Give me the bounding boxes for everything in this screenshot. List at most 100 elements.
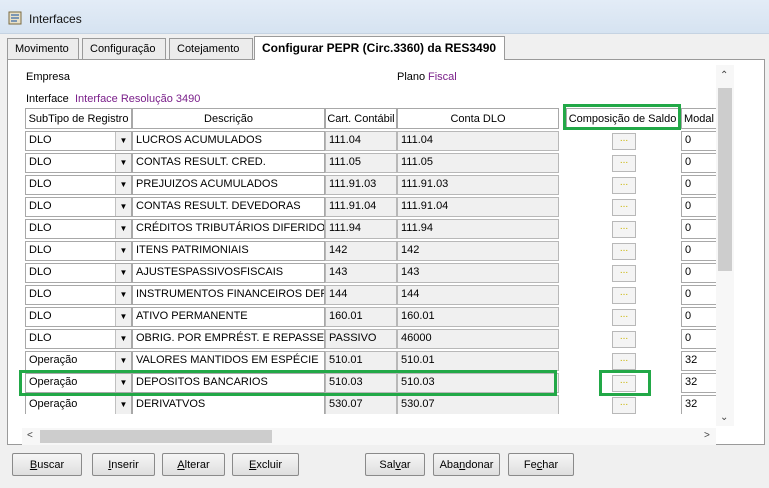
subtipo-select[interactable]: DLO ▼ — [25, 263, 132, 283]
modal-cell[interactable]: 32 — [681, 373, 716, 393]
column-header-modal[interactable]: Modal — [681, 108, 716, 129]
subtipo-select[interactable]: DLO ▼ — [25, 241, 132, 261]
scroll-left-icon[interactable]: < — [27, 430, 33, 441]
column-header-subtipo[interactable]: SubTipo de Registro — [25, 108, 132, 129]
subtipo-select[interactable]: DLO ▼ — [25, 197, 132, 217]
composicao-saldo-button[interactable]: ... — [612, 375, 636, 392]
cart-contabil-cell[interactable]: 510.03 — [325, 373, 397, 393]
descricao-cell[interactable]: ITENS PATRIMONIAIS — [132, 241, 325, 261]
subtipo-select[interactable]: DLO ▼ — [25, 131, 132, 151]
tab-configuracao[interactable]: Configuração — [82, 38, 166, 59]
chevron-down-icon[interactable]: ▼ — [115, 330, 131, 348]
descricao-cell[interactable]: ATIVO PERMANENTE — [132, 307, 325, 327]
subtipo-select[interactable]: Operação ▼ — [25, 373, 132, 393]
conta-dlo-cell[interactable]: 111.91.04 — [397, 197, 559, 217]
descricao-cell[interactable]: LUCROS ACUMULADOS — [132, 131, 325, 151]
chevron-down-icon[interactable]: ▼ — [115, 286, 131, 304]
modal-cell[interactable]: 0 — [681, 175, 716, 195]
descricao-cell[interactable]: INSTRUMENTOS FINANCEIROS DERIVATIVOS — [132, 285, 325, 305]
chevron-down-icon[interactable]: ▼ — [115, 220, 131, 238]
subtipo-select[interactable]: DLO ▼ — [25, 307, 132, 327]
table-row[interactable]: DLO ▼ OBRIG. POR EMPRÉST. E REPASSES PASSIV… — [22, 328, 716, 350]
subtipo-select[interactable]: Operação ▼ — [25, 351, 132, 371]
cart-contabil-cell[interactable]: 111.91.03 — [325, 175, 397, 195]
modal-cell[interactable]: 0 — [681, 285, 716, 305]
scroll-up-icon[interactable]: ⌃ — [720, 70, 728, 81]
subtipo-select[interactable]: DLO ▼ — [25, 175, 132, 195]
cart-contabil-cell[interactable]: 143 — [325, 263, 397, 283]
table-row[interactable]: DLO ▼ CRÉDITOS TRIBUTÁRIOS DIFERIDOS 111.94… — [22, 218, 716, 240]
chevron-down-icon[interactable]: ▼ — [115, 374, 131, 392]
chevron-down-icon[interactable]: ▼ — [115, 396, 131, 414]
descricao-cell[interactable]: CONTAS RESULT. CRED. — [132, 153, 325, 173]
composicao-saldo-button[interactable]: ... — [612, 221, 636, 238]
modal-cell[interactable]: 0 — [681, 307, 716, 327]
column-header-descricao[interactable]: Descrição — [132, 108, 325, 129]
cart-contabil-cell[interactable]: PASSIVO — [325, 329, 397, 349]
horizontal-scroll-thumb[interactable] — [40, 430, 272, 443]
subtipo-select[interactable]: DLO ▼ — [25, 153, 132, 173]
conta-dlo-cell[interactable]: 143 — [397, 263, 559, 283]
button-alterar[interactable]: Alterar — [162, 453, 225, 476]
cart-contabil-cell[interactable]: 160.01 — [325, 307, 397, 327]
button-inserir[interactable]: Inserir — [92, 453, 155, 476]
chevron-down-icon[interactable]: ▼ — [115, 132, 131, 150]
modal-cell[interactable]: 0 — [681, 197, 716, 217]
tab-movimento[interactable]: Movimento — [7, 38, 79, 59]
descricao-cell[interactable]: VALORES MANTIDOS EM ESPÉCIE — [132, 351, 325, 371]
cart-contabil-cell[interactable]: 144 — [325, 285, 397, 305]
modal-cell[interactable]: 0 — [681, 131, 716, 151]
tab-cotejamento[interactable]: Cotejamento — [169, 38, 253, 59]
composicao-saldo-button[interactable]: ... — [612, 199, 636, 216]
chevron-down-icon[interactable]: ▼ — [115, 242, 131, 260]
composicao-saldo-button[interactable]: ... — [612, 287, 636, 304]
table-row[interactable]: Operação ▼ VALORES MANTIDOS EM ESPÉCIE 510.… — [22, 350, 716, 372]
chevron-down-icon[interactable]: ▼ — [115, 198, 131, 216]
cart-contabil-cell[interactable]: 530.07 — [325, 395, 397, 414]
modal-cell[interactable]: 0 — [681, 219, 716, 239]
conta-dlo-cell[interactable]: 510.01 — [397, 351, 559, 371]
descricao-cell[interactable]: PREJUIZOS ACUMULADOS — [132, 175, 325, 195]
table-row[interactable]: DLO ▼ ATIVO PERMANENTE 160.01 160.01... 0 — [22, 306, 716, 328]
subtipo-select[interactable]: DLO ▼ — [25, 285, 132, 305]
composicao-saldo-button[interactable]: ... — [612, 243, 636, 260]
composicao-saldo-button[interactable]: ... — [612, 133, 636, 150]
composicao-saldo-button[interactable]: ... — [612, 177, 636, 194]
table-row[interactable]: DLO ▼ PREJUIZOS ACUMULADOS 111.91.03 111.91.… — [22, 174, 716, 196]
modal-cell[interactable]: 0 — [681, 263, 716, 283]
conta-dlo-cell[interactable]: 160.01 — [397, 307, 559, 327]
table-row[interactable]: DLO ▼ LUCROS ACUMULADOS 111.04 111.04... 0 — [22, 130, 716, 152]
chevron-down-icon[interactable]: ▼ — [115, 176, 131, 194]
column-header-composicao-saldo[interactable]: Composição de Saldo — [566, 108, 679, 129]
composicao-saldo-button[interactable]: ... — [612, 309, 636, 326]
composicao-saldo-button[interactable]: ... — [612, 397, 636, 414]
cart-contabil-cell[interactable]: 142 — [325, 241, 397, 261]
composicao-saldo-button[interactable]: ... — [612, 353, 636, 370]
table-row[interactable]: DLO ▼INSTRUMENTOS FINANCEIROS DERIVATIVOS… — [22, 284, 716, 306]
descricao-cell[interactable]: CRÉDITOS TRIBUTÁRIOS DIFERIDOS — [132, 219, 325, 239]
subtipo-select[interactable]: DLO ▼ — [25, 219, 132, 239]
chevron-down-icon[interactable]: ▼ — [115, 352, 131, 370]
subtipo-select[interactable]: DLO ▼ — [25, 329, 132, 349]
table-row[interactable]: DLO ▼ AJUSTESPASSIVOSFISCAIS 143 143... 0 — [22, 262, 716, 284]
button-excluir[interactable]: Excluir — [232, 453, 299, 476]
conta-dlo-cell[interactable]: 111.91.03 — [397, 175, 559, 195]
conta-dlo-cell[interactable]: 144 — [397, 285, 559, 305]
vertical-scroll-thumb[interactable] — [718, 88, 732, 271]
descricao-cell[interactable]: DERIVATVOS — [132, 395, 325, 414]
button-buscar[interactable]: Buscar — [12, 453, 82, 476]
composicao-saldo-button[interactable]: ... — [612, 331, 636, 348]
table-row[interactable]: DLO ▼ ITENS PATRIMONIAIS 142 142... 0 — [22, 240, 716, 262]
button-salvar[interactable]: Salvar — [365, 453, 425, 476]
conta-dlo-cell[interactable]: 111.04 — [397, 131, 559, 151]
table-row[interactable]: DLO ▼ CONTAS RESULT. DEVEDORAS 111.91.04 111… — [22, 196, 716, 218]
modal-cell[interactable]: 0 — [681, 241, 716, 261]
conta-dlo-cell[interactable]: 111.94 — [397, 219, 559, 239]
chevron-down-icon[interactable]: ▼ — [115, 154, 131, 172]
descricao-cell[interactable]: CONTAS RESULT. DEVEDORAS — [132, 197, 325, 217]
table-row[interactable]: Operação ▼ DERIVATVOS 530.07 530.07... 32 — [22, 394, 716, 414]
descricao-cell[interactable]: OBRIG. POR EMPRÉST. E REPASSES — [132, 329, 325, 349]
tab-configurar-pepr[interactable]: Configurar PEPR (Circ.3360) da RES3490 — [254, 36, 505, 60]
conta-dlo-cell[interactable]: 510.03 — [397, 373, 559, 393]
chevron-down-icon[interactable]: ▼ — [115, 264, 131, 282]
